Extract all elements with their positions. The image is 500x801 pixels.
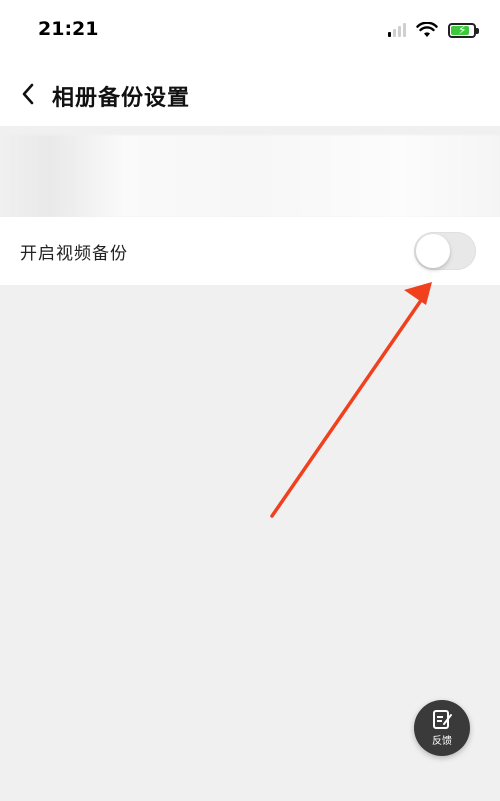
battery-charging-icon: ⚡ xyxy=(448,22,479,38)
status-bar: 21:21 ⚡ xyxy=(0,0,500,62)
feedback-label: 反馈 xyxy=(432,736,452,747)
nav-bar: 相册备份设置 xyxy=(0,62,500,126)
screen: 21:21 ⚡ 相册备份设置 开启视频备份 反馈 xyxy=(0,0,500,801)
edit-note-icon xyxy=(433,710,452,729)
back-button[interactable] xyxy=(12,76,44,112)
blurred-banner xyxy=(0,135,500,217)
video-backup-label: 开启视频备份 xyxy=(20,243,128,264)
cellular-signal-icon xyxy=(388,23,406,37)
toggle-knob xyxy=(416,234,450,268)
status-time: 21:21 xyxy=(38,18,99,40)
settings-row-video-backup: 开启视频备份 xyxy=(0,217,500,285)
video-backup-toggle[interactable] xyxy=(414,232,476,270)
chevron-left-icon xyxy=(22,83,34,105)
wifi-icon xyxy=(416,22,438,37)
page-title: 相册备份设置 xyxy=(52,86,191,111)
feedback-button[interactable]: 反馈 xyxy=(414,700,470,756)
status-icons: ⚡ xyxy=(388,20,479,40)
